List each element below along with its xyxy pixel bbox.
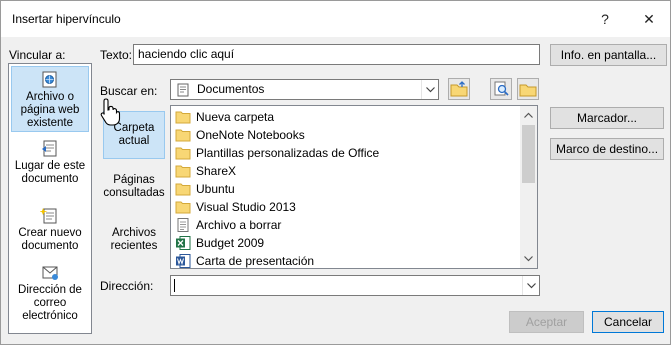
screentip-button[interactable]: Info. en pantalla... (550, 44, 667, 66)
folder-icon (175, 165, 191, 178)
cancel-button[interactable]: Cancelar (592, 311, 664, 333)
ok-button[interactable]: Aceptar (509, 311, 584, 333)
text-to-display-input[interactable]: haciendo clic aquí (133, 44, 540, 65)
email-line1: Dirección de (18, 284, 82, 296)
browse-file-button[interactable] (490, 78, 512, 100)
file-name: OneNote Notebooks (196, 128, 305, 142)
browsed-pages-tab[interactable]: Páginas consultadas (103, 174, 165, 206)
address-label: Dirección: (100, 279, 154, 293)
hand-cursor-icon (100, 98, 121, 126)
link-to-label: Vincular a: (9, 48, 66, 62)
folder-icon (175, 183, 191, 196)
new-document-line1: Crear nuevo (18, 227, 82, 239)
insert-hyperlink-dialog: Insertar hipervínculo ? ✕ Vincular a: Ar… (0, 0, 671, 345)
text-to-display-label: Texto: (100, 48, 133, 62)
file-list: Nueva carpeta OneNote Notebooks Plantill… (170, 105, 538, 269)
folder-icon (175, 129, 191, 142)
recent-files-tab[interactable]: Archivos recientes (103, 227, 165, 259)
new-document-line2: documento (21, 240, 79, 252)
chevron-down-icon[interactable] (524, 256, 533, 262)
folder-icon (175, 147, 191, 160)
file-name: Ubuntu (196, 182, 235, 196)
file-name: Archivo a borrar (196, 218, 282, 232)
word-file-icon (176, 254, 191, 268)
browsed-pages-line2: consultadas (103, 187, 165, 199)
folder-icon (519, 84, 537, 97)
excel-file-icon (176, 236, 191, 250)
new-document-icon (40, 208, 57, 224)
link-to-existing-line3: existente (26, 117, 74, 129)
folder-icon (175, 201, 191, 214)
browse-web-button[interactable] (448, 78, 470, 100)
recent-files-line2: recientes (110, 240, 158, 252)
look-in-dropdown[interactable]: Documentos (170, 79, 439, 100)
place-in-document-line1: Lugar de este (14, 160, 86, 172)
look-in-label: Buscar en: (100, 84, 158, 98)
link-to-new-document[interactable]: Crear nuevo documento (11, 207, 89, 253)
target-frame-button[interactable]: Marco de destino... (550, 138, 664, 160)
link-to-pane: Archivo o página web existente Lugar de … (8, 63, 92, 334)
title-bar: Insertar hipervínculo ? ✕ (1, 1, 670, 37)
magnifier-icon (494, 81, 509, 96)
browsed-pages-line1: Páginas (113, 174, 155, 186)
email-icon (42, 266, 58, 280)
file-name: Carta de presentación (196, 254, 315, 268)
place-in-document-line2: documento (21, 173, 79, 185)
folder-up-icon (450, 81, 468, 97)
file-name: Plantillas personalizadas de Office (196, 146, 380, 160)
file-name: ShareX (196, 164, 237, 178)
web-page-icon (42, 71, 57, 88)
scrollbar-thumb[interactable] (522, 125, 535, 183)
text-caret (174, 279, 175, 292)
link-to-email-address[interactable]: Dirección de correo electrónico (11, 264, 89, 324)
address-input[interactable] (170, 275, 540, 296)
link-to-place-in-document[interactable]: Lugar de este documento (11, 140, 89, 192)
email-line3: electrónico (22, 310, 78, 322)
close-button[interactable]: ✕ (636, 7, 662, 31)
file-name: Nueva carpeta (196, 110, 275, 124)
file-name: Visual Studio 2013 (196, 200, 296, 214)
link-to-existing-line1: Archivo o (26, 91, 74, 103)
chevron-up-icon[interactable] (524, 112, 533, 118)
help-button[interactable]: ? (592, 7, 618, 31)
dialog-title: Insertar hipervínculo (12, 12, 121, 26)
link-to-existing-file[interactable]: Archivo o página web existente (11, 66, 89, 132)
current-folder-line2: actual (118, 135, 150, 147)
recent-files-line1: Archivos (111, 227, 157, 239)
chevron-down-icon[interactable] (522, 276, 539, 295)
documents-folder-icon (177, 83, 189, 97)
chevron-down-icon (421, 80, 438, 99)
recent-folder-button[interactable] (517, 78, 539, 100)
file-list-scrollbar[interactable] (520, 106, 537, 268)
look-in-value: Documentos (197, 82, 265, 96)
email-line2: correo (33, 297, 67, 309)
document-place-icon (42, 140, 57, 157)
file-name: Budget 2009 (196, 236, 265, 250)
folder-icon (175, 111, 191, 124)
bookmark-button[interactable]: Marcador... (550, 107, 664, 129)
text-file-icon (177, 218, 189, 232)
link-to-existing-line2: página web (20, 104, 80, 116)
look-in-nav: Carpeta actual Páginas consultadas Archi… (100, 105, 169, 269)
